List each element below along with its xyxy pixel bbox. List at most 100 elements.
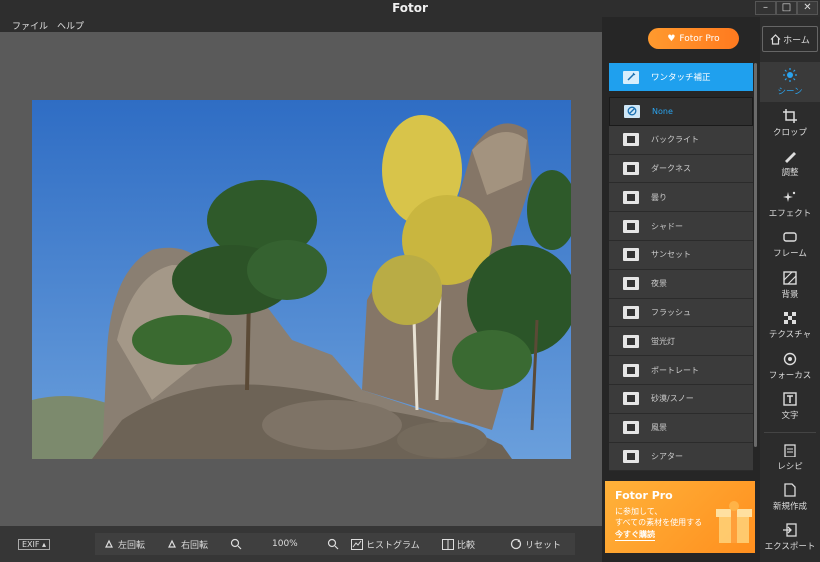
texture-icon xyxy=(784,311,796,324)
compare-label: 比較 xyxy=(457,540,476,551)
adjust-icon xyxy=(785,151,796,163)
scene-item-0[interactable]: None xyxy=(609,97,753,126)
new-icon xyxy=(784,482,796,497)
app-title: Fotor xyxy=(392,1,428,15)
reset-button[interactable]: リセット xyxy=(510,533,561,555)
sidebar-item-label: 文字 xyxy=(781,410,799,421)
scene-item-label: バックライト xyxy=(651,135,699,145)
scene-item-label: ポートレート xyxy=(651,365,699,375)
crop-icon xyxy=(783,108,797,123)
sidebar-item-export[interactable]: エクスポート xyxy=(760,517,820,557)
subscribe-link[interactable]: 今すぐ購読 xyxy=(615,529,655,541)
rotate-right-button[interactable]: 右回転 xyxy=(166,533,208,555)
sidebar-divider xyxy=(764,432,816,433)
sidebar-item-label: レシピ xyxy=(777,461,803,472)
one-click-fix-label: ワンタッチ補正 xyxy=(651,73,711,83)
scene-item-6[interactable]: 夜景 xyxy=(609,269,753,299)
photo-image xyxy=(32,100,571,459)
menu-help[interactable]: ヘルプ xyxy=(57,19,84,32)
home-button[interactable]: ホーム xyxy=(762,26,818,52)
maximize-button[interactable]: □ xyxy=(776,1,797,15)
shadow-icon xyxy=(623,219,639,233)
minimize-button[interactable]: – xyxy=(755,1,776,15)
scene-item-8[interactable]: 蛍光灯 xyxy=(609,327,753,357)
rotate-left-button[interactable]: 左回転 xyxy=(103,533,145,555)
sidebar-item-crop[interactable]: クロップ xyxy=(760,103,820,143)
scene-item-4[interactable]: シャドー xyxy=(609,212,753,241)
zoom-in-button[interactable] xyxy=(327,533,342,555)
gift-box-icon xyxy=(716,501,752,543)
landscape-icon xyxy=(623,421,639,435)
compare-icon xyxy=(442,538,454,550)
text-icon xyxy=(783,391,797,406)
sidebar-item-scene[interactable]: シーン xyxy=(760,62,820,102)
sidebar-item-adjust[interactable]: 調整 xyxy=(760,143,820,183)
wand-icon xyxy=(623,70,639,84)
scene-list: None バックライト ダークネス曇りシャドーサンセット夜景 フラッシュ 蛍光灯ポートレ… xyxy=(609,97,753,472)
background-icon xyxy=(783,270,797,285)
scene-item-10[interactable]: 砂漠/スノー xyxy=(609,384,753,414)
night-icon xyxy=(623,277,639,291)
sidebar-item-text[interactable]: 文字 xyxy=(760,386,820,426)
pro-banner[interactable]: Fotor Pro に参加して、 すべての素材を使用する 今すぐ購読 xyxy=(605,481,755,553)
sidebar-item-label: クロップ xyxy=(772,127,807,138)
focus-icon xyxy=(783,352,797,365)
backlight-icon xyxy=(623,133,639,147)
fluorescent-icon xyxy=(623,334,639,348)
sidebar-item-new[interactable]: 新規作成 xyxy=(760,477,820,517)
sidebar-item-label: フレーム xyxy=(773,248,807,259)
effect-icon xyxy=(783,191,796,202)
sidebar-item-texture[interactable]: テクスチャ xyxy=(760,305,820,345)
banner-line-1: に参加して、 xyxy=(615,507,663,516)
scene-item-label: 風景 xyxy=(651,423,667,433)
scene-item-7[interactable]: フラッシュ xyxy=(609,298,753,328)
banner-line-2: すべての素材を使用する xyxy=(615,518,703,527)
sidebar-item-label: フォーカス xyxy=(768,370,812,381)
scene-icon xyxy=(783,67,797,82)
histogram-icon xyxy=(351,538,363,550)
rotate-right-icon xyxy=(168,539,176,548)
scene-item-1[interactable]: バックライト xyxy=(609,125,753,155)
sidebar-item-label: エクスポート xyxy=(764,541,816,552)
export-icon xyxy=(783,522,797,537)
sidebar-item-label: 調整 xyxy=(781,167,799,178)
sidebar-item-focus[interactable]: フォーカス xyxy=(760,346,820,386)
exif-button[interactable]: EXIF ▴ xyxy=(18,539,51,550)
menu-file[interactable]: ファイル xyxy=(12,19,48,32)
zoom-out-button[interactable] xyxy=(230,533,245,555)
frame-icon xyxy=(783,231,797,242)
flash-icon xyxy=(623,305,639,319)
sidebar-item-effect[interactable]: エフェクト xyxy=(760,184,820,224)
scene-item-label: シャドー xyxy=(651,221,683,231)
scene-item-label: ダークネス xyxy=(651,163,691,173)
fotor-pro-button[interactable]: ♥ Fotor Pro xyxy=(648,28,739,49)
menu-bar: ファイル ヘルプ xyxy=(0,17,602,32)
photo-preview[interactable] xyxy=(32,100,571,459)
sidebar-item-label: 新規作成 xyxy=(772,501,807,512)
scene-item-12[interactable]: シアター xyxy=(609,442,753,472)
sidebar-item-label: 背景 xyxy=(781,289,799,300)
histogram-button[interactable]: ヒストグラム xyxy=(351,533,420,555)
sidebar-item-recipe[interactable]: レシピ xyxy=(760,437,820,477)
scene-list-scrollbar[interactable] xyxy=(754,63,757,447)
scene-item-3[interactable]: 曇り xyxy=(609,183,753,213)
scene-item-9[interactable]: ポートレート xyxy=(609,356,753,385)
sidebar-item-frame[interactable]: フレーム xyxy=(760,224,820,264)
sidebar-item-label: エフェクト xyxy=(768,208,812,219)
scene-item-label: サンセット xyxy=(651,250,691,260)
scene-item-label: None xyxy=(652,106,673,116)
close-button[interactable]: ✕ xyxy=(797,1,818,15)
home-label: ホーム xyxy=(783,35,810,46)
one-click-fix-button[interactable]: ワンタッチ補正 xyxy=(609,63,753,91)
scene-item-11[interactable]: 風景 xyxy=(609,413,753,443)
heart-icon: ♥ xyxy=(667,33,676,44)
zoom-out-icon xyxy=(230,538,242,550)
scene-item-5[interactable]: サンセット xyxy=(609,240,753,270)
sidebar-item-background[interactable]: 背景 xyxy=(760,265,820,305)
scene-item-2[interactable]: ダークネス xyxy=(609,154,753,184)
compare-button[interactable]: 比較 xyxy=(442,533,475,555)
sunset-icon xyxy=(623,248,639,262)
sidebar-item-label: テクスチャ xyxy=(768,329,812,340)
theater-icon xyxy=(623,449,639,463)
cloudy-icon xyxy=(623,190,639,204)
